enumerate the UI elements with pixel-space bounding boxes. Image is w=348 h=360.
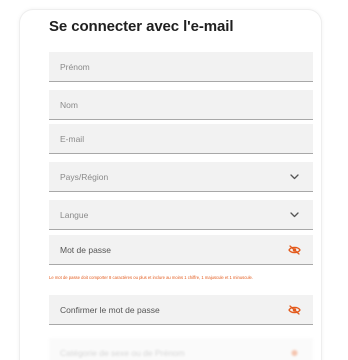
chevron-down-icon: [290, 173, 299, 179]
first-name-field[interactable]: Prénom: [49, 52, 313, 82]
password-field[interactable]: Mot de passe: [49, 235, 313, 265]
confirm-password-placeholder: Confirmer le mot de passe: [60, 304, 160, 315]
chevron-down-icon: [290, 211, 299, 217]
partially-hidden-field[interactable]: Catégorie de sexe ou de Prénom: [49, 338, 313, 360]
language-select[interactable]: Langue: [49, 200, 313, 230]
eye-off-icon[interactable]: [288, 304, 301, 315]
confirm-password-field[interactable]: Confirmer le mot de passe: [49, 295, 313, 325]
country-region-placeholder: Pays/Région: [60, 171, 109, 182]
last-name-placeholder: Nom: [60, 99, 78, 110]
email-field[interactable]: E-mail: [49, 124, 313, 154]
form-title: Se connecter avec l'e-mail: [49, 18, 234, 35]
partially-hidden-placeholder: Catégorie de sexe ou de Prénom: [60, 347, 185, 358]
language-placeholder: Langue: [60, 209, 89, 220]
signup-page: Se connecter avec l'e-mail Prénom Nom E-…: [0, 0, 348, 360]
last-name-field[interactable]: Nom: [49, 90, 313, 120]
email-placeholder: E-mail: [60, 133, 85, 144]
country-region-select[interactable]: Pays/Région: [49, 162, 313, 192]
eye-off-icon: [291, 349, 298, 356]
password-requirements-hint: Le mot de passe doit comporter 8 caractè…: [49, 275, 254, 280]
first-name-placeholder: Prénom: [60, 61, 90, 72]
eye-off-icon[interactable]: [288, 244, 301, 255]
password-placeholder: Mot de passe: [60, 244, 112, 255]
